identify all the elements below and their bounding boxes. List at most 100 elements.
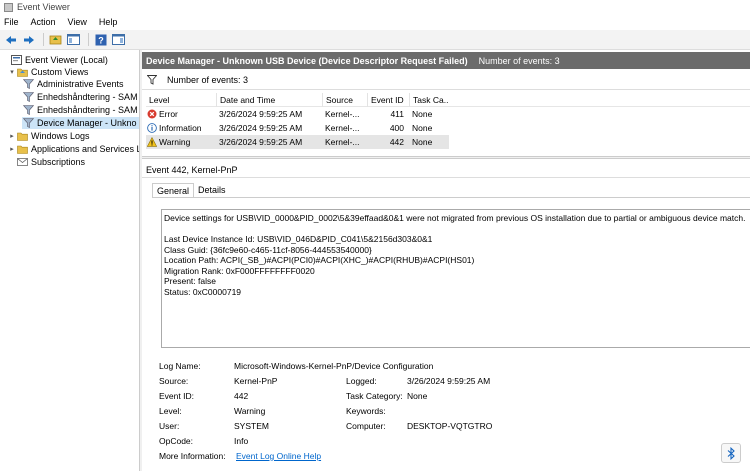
opcode-label: OpCode:: [159, 436, 194, 446]
toolbar: ?: [0, 30, 750, 50]
datetime-cell: 3/26/2024 9:59:25 AM: [219, 137, 303, 147]
tab-details[interactable]: Details: [194, 183, 230, 198]
results-pane: Device Manager - Unknown USB Device (Dev…: [142, 50, 750, 471]
description-line: Location Path: ACPI(_SB_)#ACPI(PCI0)#ACP…: [164, 255, 475, 265]
chevron-right-icon[interactable]: ▸: [8, 132, 16, 140]
column-header-task-category[interactable]: Task Ca...: [409, 92, 449, 107]
more-information-label: More Information:: [159, 451, 226, 461]
log-name-value: Microsoft-Windows-Kernel-PnP/Device Conf…: [234, 361, 434, 371]
tree-item-enhedshandtering-2[interactable]: Enhedshåndtering - SAM: [22, 104, 138, 116]
user-value: SYSTEM: [234, 421, 269, 431]
source-label: Source:: [159, 376, 189, 386]
computer-value: DESKTOP-VQTGTRO: [407, 421, 493, 431]
tree-label: Enhedshåndtering - SAM: [37, 92, 138, 102]
event-viewer-app-icon: [4, 2, 13, 12]
tree-item-event-viewer-local[interactable]: Event Viewer (Local): [2, 54, 108, 66]
menu-action[interactable]: Action: [31, 17, 56, 27]
window-title: Event Viewer: [17, 2, 70, 12]
task-category-label: Task Category:: [346, 391, 403, 401]
menu-help[interactable]: Help: [99, 17, 118, 27]
view-title: Device Manager - Unknown USB Device (Dev…: [146, 55, 468, 66]
task-category-value: None: [407, 391, 428, 401]
user-label: User:: [159, 421, 180, 431]
event-description-box[interactable]: Device settings for USB\VID_0000&PID_000…: [161, 209, 750, 348]
bluetooth-icon: [727, 446, 735, 460]
console-tree-icon[interactable]: [66, 32, 81, 47]
task-cell: None: [412, 109, 433, 119]
description-line: Last Device Instance Id: USB\VID_046D&PI…: [164, 234, 433, 244]
event-id-cell: 400: [389, 123, 404, 133]
menu-file[interactable]: File: [4, 17, 19, 27]
chevron-right-icon[interactable]: ▸: [8, 145, 16, 153]
description-line: Device settings for USB\VID_0000&PID_000…: [164, 213, 746, 223]
tree-item-subscriptions[interactable]: Subscriptions: [8, 156, 85, 168]
view-header: Device Manager - Unknown USB Device (Dev…: [142, 52, 750, 69]
column-header-event-id[interactable]: Event ID: [367, 92, 409, 107]
toolbar-separator: [43, 33, 44, 46]
filter-icon[interactable]: [147, 75, 157, 85]
tree-item-enhedshandtering-1[interactable]: Enhedshåndtering - SAM: [22, 91, 138, 103]
folder-icon: [17, 145, 28, 154]
tree-item-administrative-events[interactable]: Administrative Events: [22, 78, 124, 90]
event-details-title: Event 442, Kernel-PnP: [146, 165, 238, 175]
bluetooth-tray-button[interactable]: [721, 443, 741, 463]
tree-item-custom-views[interactable]: ▾ Custom Views: [8, 66, 88, 78]
event-id-label: Event ID:: [159, 391, 194, 401]
description-line: Migration Rank: 0xF000FFFFFFFF0020: [164, 265, 315, 276]
datetime-cell: 3/26/2024 9:59:25 AM: [219, 123, 303, 133]
logged-label: Logged:: [346, 376, 377, 386]
filter-event-count: Number of events: 3: [167, 75, 249, 85]
source-cell: Kernel-...: [325, 109, 360, 119]
events-grid: Level Date and Time Source Event ID Task…: [146, 92, 750, 149]
divider: [142, 177, 750, 178]
log-name-label: Log Name:: [159, 361, 201, 371]
description-line: Status: 0xC0000719: [164, 286, 242, 297]
level-text: Warning: [159, 137, 191, 147]
filter-bar: Number of events: 3: [142, 71, 750, 90]
level-cell: Warning: [147, 137, 216, 147]
event-id-value: 442: [234, 391, 249, 401]
opcode-value: Info: [234, 436, 249, 446]
description-blank-line: [164, 224, 748, 235]
error-icon: [147, 109, 157, 119]
folder-icon: [17, 132, 28, 141]
tree-item-device-manager[interactable]: Device Manager - Unkno: [22, 117, 139, 129]
source-cell: Kernel-...: [325, 137, 360, 147]
level-text: Error: [159, 109, 178, 119]
task-cell: None: [412, 137, 433, 147]
column-header-level[interactable]: Level: [146, 93, 216, 107]
level-cell: Error: [147, 109, 216, 119]
console-tree: Event Viewer (Local) ▾ Custom Views Admi…: [0, 50, 140, 471]
folder-icon: [17, 68, 28, 77]
description-line: Present: false: [164, 276, 216, 286]
filter-icon: [23, 92, 34, 102]
subscriptions-icon: [17, 158, 28, 166]
column-header-datetime[interactable]: Date and Time: [216, 92, 322, 107]
tree-item-windows-logs[interactable]: ▸ Windows Logs: [8, 130, 89, 142]
help-icon[interactable]: ?: [93, 32, 108, 47]
chevron-down-icon[interactable]: ▾: [8, 68, 16, 76]
folder-up-icon[interactable]: [48, 32, 63, 47]
tab-general[interactable]: General: [152, 183, 195, 198]
datetime-cell: 3/26/2024 9:59:25 AM: [219, 109, 303, 119]
filter-icon: [23, 79, 34, 89]
description-line: Class Guid: {36fc9e60-c465-11cf-8056-444…: [164, 244, 372, 255]
task-cell: None: [412, 123, 433, 133]
pane-splitter[interactable]: [142, 156, 750, 159]
tree-label: Event Viewer (Local): [25, 55, 108, 65]
details-tabs: General Details: [152, 183, 230, 198]
toolbar-separator: [88, 33, 89, 46]
back-arrow-icon[interactable]: [3, 32, 18, 47]
level-cell: Information: [147, 123, 216, 133]
table-row[interactable]: Error 3/26/2024 9:59:25 AM Kernel-... 41…: [146, 107, 750, 121]
event-log-online-help-link[interactable]: Event Log Online Help: [236, 451, 321, 461]
forward-arrow-icon[interactable]: [21, 32, 36, 47]
event-id-cell: 442: [389, 137, 404, 147]
action-pane-icon[interactable]: [111, 32, 126, 47]
table-row[interactable]: Warning 3/26/2024 9:59:25 AM Kernel-... …: [146, 135, 449, 149]
column-header-source[interactable]: Source: [322, 92, 367, 107]
menu-view[interactable]: View: [68, 17, 87, 27]
tree-item-applications-services-logs[interactable]: ▸ Applications and Services Lo: [8, 143, 139, 155]
table-row[interactable]: Information 3/26/2024 9:59:25 AM Kernel-…: [146, 121, 750, 135]
tree-label: Custom Views: [31, 67, 89, 77]
